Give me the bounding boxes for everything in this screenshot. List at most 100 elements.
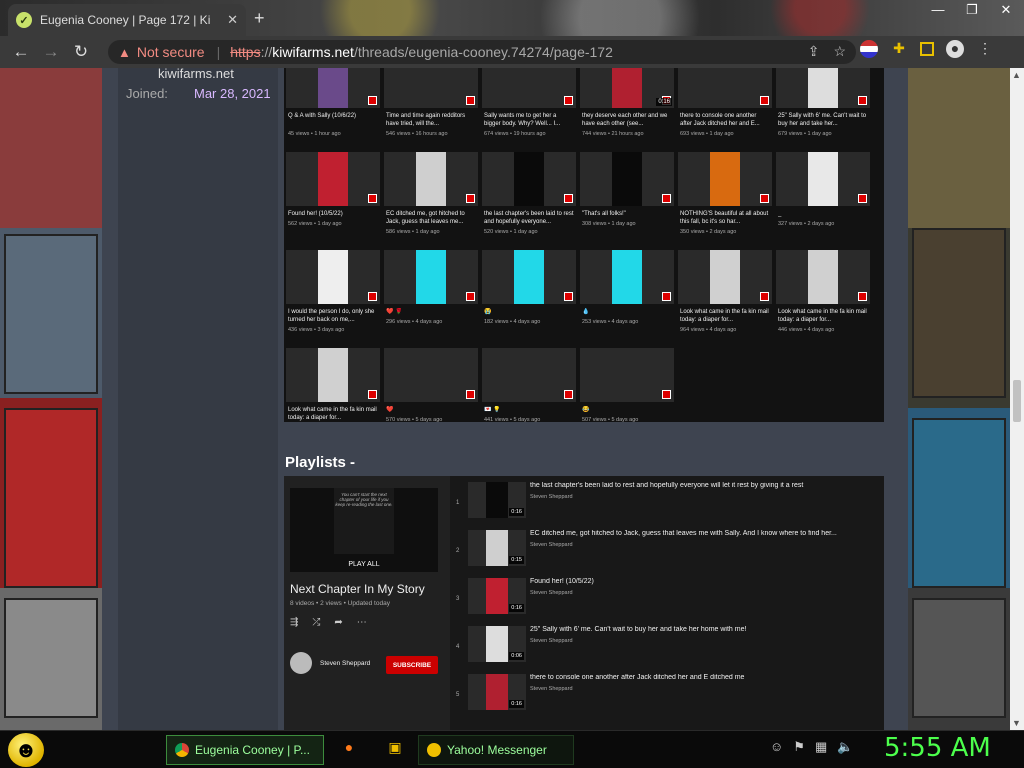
video-card[interactable]: Look what came in the fa kin mail today:…: [774, 250, 870, 346]
playlist-item[interactable]: 5 0:16 there to console one another after …: [456, 674, 882, 718]
network-icon[interactable]: ▦: [815, 739, 827, 755]
video-title[interactable]: Look what came in the fa kin mail today:…: [778, 308, 868, 324]
video-thumbnail[interactable]: [286, 348, 380, 402]
video-thumbnail[interactable]: [482, 348, 576, 402]
video-title[interactable]: NOTHING'S beautiful at all about this fa…: [680, 210, 770, 226]
close-window-button[interactable]: ✕: [996, 2, 1016, 18]
video-thumbnail[interactable]: [678, 250, 772, 304]
video-thumbnail[interactable]: [384, 152, 478, 206]
video-card[interactable]: Time and time again redditors have tried…: [382, 68, 478, 150]
video-card[interactable]: 💌 💡 441 views • 5 days ago: [480, 348, 576, 422]
video-title[interactable]: 😂: [582, 406, 672, 414]
browser-menu-icon[interactable]: ⋮: [976, 40, 994, 58]
video-card[interactable]: ❤️ 🌹 296 views • 4 days ago: [382, 250, 478, 346]
video-title[interactable]: EC ditched me, got hitched to Jack, gues…: [386, 210, 476, 226]
video-thumbnail[interactable]: [482, 68, 576, 108]
video-thumbnail[interactable]: [580, 250, 674, 304]
video-card[interactable]: Q & A with Sally (10/6/22) 45 views • 1 h…: [284, 68, 380, 150]
video-thumbnail[interactable]: [384, 250, 478, 304]
video-thumbnail[interactable]: [286, 68, 380, 108]
channel-avatar[interactable]: [290, 652, 312, 674]
share-icon[interactable]: ➦: [334, 617, 342, 628]
page-scrollbar[interactable]: ▲ ▼: [1010, 68, 1024, 730]
playlist-item-title[interactable]: the last chapter's been laid to rest and…: [530, 482, 878, 489]
video-thumbnail[interactable]: [580, 348, 674, 402]
video-card[interactable]: Look what came in the fa kin mail today:…: [676, 250, 772, 346]
video-card[interactable]: "That's all folks!" 308 views • 1 day ago: [578, 152, 674, 248]
video-title[interactable]: 25" Sally with 6' me. Can't wait to buy …: [778, 112, 868, 128]
scroll-up-arrow-icon[interactable]: ▲: [1012, 70, 1021, 80]
video-title[interactable]: Look what came in the fa kin mail today:…: [288, 406, 378, 422]
extensions-puzzle-icon[interactable]: ✚: [890, 40, 908, 58]
play-all-button[interactable]: PLAY ALL: [290, 561, 438, 568]
video-card[interactable]: ❤️ 570 views • 5 days ago: [382, 348, 478, 422]
playlist-item-thumbnail[interactable]: 0:16: [468, 578, 526, 614]
video-thumbnail[interactable]: [384, 68, 478, 108]
video-title[interactable]: 😭: [484, 308, 574, 316]
video-card[interactable]: 😂 507 views • 5 days ago: [578, 348, 674, 422]
bookmark-star-icon[interactable]: ☆: [833, 43, 846, 60]
video-title[interactable]: "That's all folks!": [582, 210, 672, 218]
video-title[interactable]: I would the person I do, only she turned…: [288, 308, 378, 324]
forward-button[interactable]: →: [36, 42, 66, 62]
video-card[interactable]: Sally wants me to get her a bigger body.…: [480, 68, 576, 150]
reload-button[interactable]: ↻: [66, 42, 96, 62]
video-thumbnail[interactable]: [678, 68, 772, 108]
video-card[interactable]: 😭 182 views • 4 days ago: [480, 250, 576, 346]
video-card[interactable]: there to console one another after Jack …: [676, 68, 772, 150]
playlist-title[interactable]: Next Chapter In My Story: [290, 582, 425, 596]
playlist-item-channel[interactable]: Steven Sheppard: [530, 590, 573, 596]
video-title[interactable]: there to console one another after Jack …: [680, 112, 770, 128]
video-title[interactable]: ❤️: [386, 406, 476, 414]
taskbar-task-yahoo-messenger[interactable]: Yahoo! Messenger: [418, 735, 574, 765]
side-panel-icon[interactable]: [920, 42, 934, 56]
firefox-icon[interactable]: ●: [338, 739, 360, 761]
more-options-icon[interactable]: ⋯: [357, 617, 367, 628]
volume-icon[interactable]: 🔈: [837, 739, 853, 755]
playlist-item-title[interactable]: Found her! (10/5/22): [530, 578, 878, 585]
playlist-item-title[interactable]: EC ditched me, got hitched to Jack, gues…: [530, 530, 878, 537]
share-icon[interactable]: ⇪: [808, 43, 820, 60]
video-card[interactable]: the last chapter's been laid to rest and…: [480, 152, 576, 248]
video-card[interactable]: I would the person I do, only she turned…: [284, 250, 380, 346]
shuffle-icon[interactable]: ⤮: [312, 617, 320, 628]
video-thumbnail[interactable]: [776, 250, 870, 304]
playlist-item-channel[interactable]: Steven Sheppard: [530, 638, 573, 644]
restore-button[interactable]: ❐: [962, 2, 982, 18]
video-card[interactable]: 💧 253 views • 4 days ago: [578, 250, 674, 346]
scroll-down-arrow-icon[interactable]: ▼: [1012, 718, 1021, 728]
playlist-item[interactable]: 4 0:06 25" Sally with 6' me. Can't wait to…: [456, 626, 882, 670]
video-card[interactable]: Look what came in the fa kin mail today:…: [284, 348, 380, 422]
video-thumbnail[interactable]: [580, 152, 674, 206]
video-card[interactable]: 25" Sally with 6' me. Can't wait to buy …: [774, 68, 870, 150]
playlist-item[interactable]: 1 0:16 the last chapter's been laid to res…: [456, 482, 882, 526]
video-thumbnail[interactable]: [286, 250, 380, 304]
video-thumbnail[interactable]: [384, 348, 478, 402]
playlist-cover[interactable]: You can't start the next chapter of your…: [290, 488, 438, 572]
address-bar[interactable]: ▲ Not secure | https://kiwifarms.net/thr…: [108, 40, 856, 64]
playlist-item[interactable]: 3 0:16 Found her! (10/5/22) Steven Sheppard: [456, 578, 882, 622]
video-card[interactable]: 0:16 they deserve each other and we have …: [578, 68, 674, 150]
playlist-item-title[interactable]: 25" Sally with 6' me. Can't wait to buy …: [530, 626, 878, 633]
video-thumbnail[interactable]: [678, 152, 772, 206]
video-title[interactable]: 💌 💡: [484, 406, 574, 414]
playlist-item-channel[interactable]: Steven Sheppard: [530, 494, 573, 500]
video-thumbnail[interactable]: [776, 68, 870, 108]
browser-tab[interactable]: ✓ Eugenia Cooney | Page 172 | Kiwi ✕: [8, 4, 246, 36]
start-button-smiley-icon[interactable]: ☻: [8, 733, 44, 767]
video-thumbnail[interactable]: [286, 152, 380, 206]
profile-avatar-icon[interactable]: ●: [946, 40, 964, 58]
warning-icon[interactable]: ▲: [118, 45, 131, 60]
video-title[interactable]: Found her! (10/5/22): [288, 210, 378, 218]
video-thumbnail[interactable]: [482, 250, 576, 304]
video-thumbnail[interactable]: [482, 152, 576, 206]
clock[interactable]: 5:55 AM: [884, 733, 991, 763]
playlist-item-thumbnail[interactable]: 0:06: [468, 626, 526, 662]
video-title[interactable]: Sally wants me to get her a bigger body.…: [484, 112, 574, 128]
tray-flag-icon[interactable]: ⚑: [793, 739, 805, 755]
video-card[interactable]: EC ditched me, got hitched to Jack, gues…: [382, 152, 478, 248]
playlist-item-thumbnail[interactable]: 0:16: [468, 482, 526, 518]
video-title[interactable]: the last chapter's been laid to rest and…: [484, 210, 574, 226]
video-thumbnail[interactable]: [776, 152, 870, 206]
new-tab-button[interactable]: +: [254, 8, 265, 29]
